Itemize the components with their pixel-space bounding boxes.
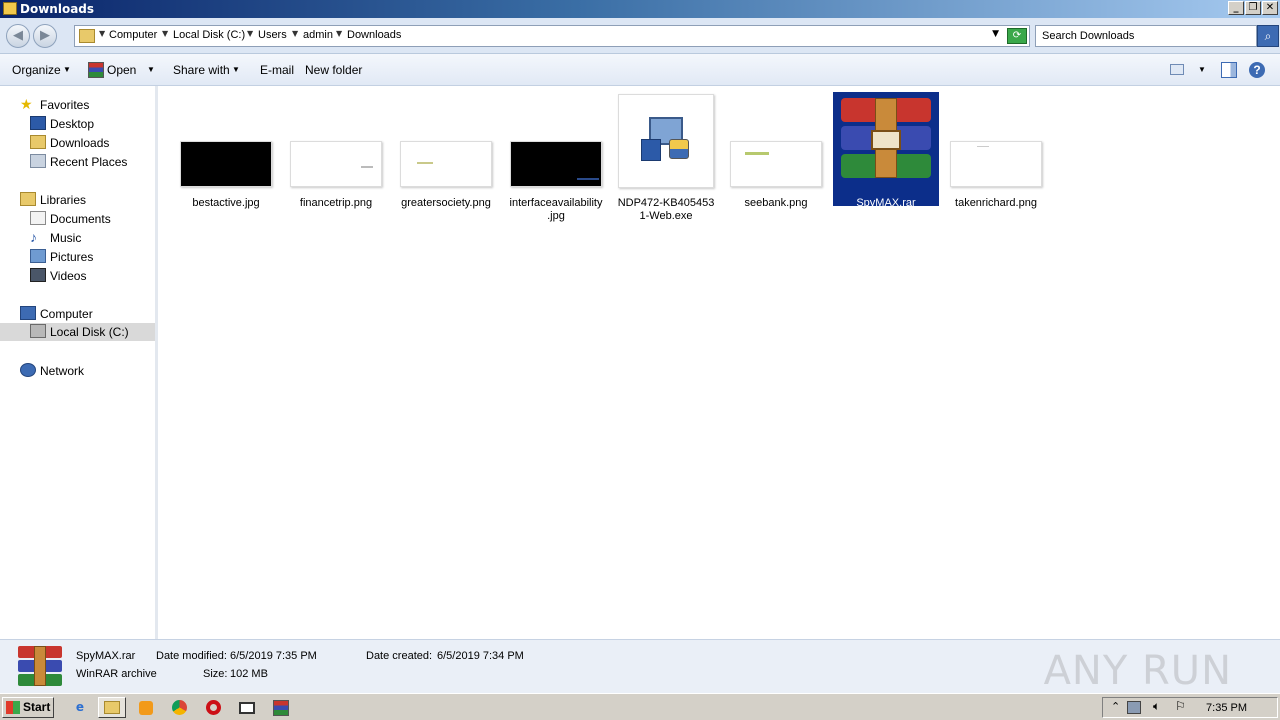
- restore-button[interactable]: ❐: [1245, 1, 1261, 15]
- details-file-name: SpyMAX.rar: [76, 650, 136, 662]
- start-button[interactable]: Start: [2, 697, 54, 718]
- winrar-icon[interactable]: [267, 697, 295, 718]
- file-item[interactable]: interfaceavailability .jpg: [503, 92, 609, 222]
- nav-local-disk[interactable]: Local Disk (C:): [0, 323, 155, 341]
- share-with-button[interactable]: Share with: [173, 63, 230, 77]
- network-status-icon[interactable]: [1127, 701, 1141, 714]
- internet-explorer-icon[interactable]: e: [66, 697, 94, 718]
- image-thumbnail: [950, 141, 1042, 187]
- system-tray: ⌃ 🔈︎ ⚐ 7:35 PM: [1102, 697, 1278, 718]
- breadcrumb-admin[interactable]: admin: [303, 29, 333, 41]
- image-thumbnail: [290, 141, 382, 187]
- breadcrumb-users[interactable]: Users: [258, 29, 287, 41]
- chevron-down-icon[interactable]: ▼: [232, 65, 240, 74]
- details-size-value: 102 MB: [230, 668, 268, 680]
- file-item-selected[interactable]: SpyMAX.rar: [833, 92, 939, 212]
- organize-button[interactable]: Organize: [12, 63, 61, 77]
- details-modified-value: 6/5/2019 7:35 PM: [230, 650, 317, 662]
- folder-icon: [79, 29, 95, 43]
- minimize-button[interactable]: _: [1228, 1, 1244, 15]
- libraries-icon: [20, 192, 36, 206]
- chevron-down-icon[interactable]: ▼: [247, 29, 253, 38]
- title-bar: Downloads _ ❐ ✕: [0, 0, 1280, 18]
- file-item[interactable]: seebank.png: [723, 92, 829, 212]
- navigation-pane: ★ Favorites Desktop Downloads Recent Pla…: [0, 86, 158, 639]
- folder-icon: [3, 2, 17, 15]
- action-center-flag-icon[interactable]: ⚐: [1175, 699, 1186, 713]
- image-thumbnail: [730, 141, 822, 187]
- details-size-label: Size:: [203, 668, 228, 680]
- email-button[interactable]: E-mail: [260, 63, 294, 77]
- chevron-down-icon[interactable]: ▼: [292, 29, 298, 38]
- computer-icon: [20, 306, 36, 320]
- new-folder-button[interactable]: New folder: [305, 63, 362, 77]
- music-icon: ♪: [30, 229, 37, 245]
- breadcrumb-local-disk[interactable]: Local Disk (C:): [173, 29, 245, 41]
- documents-icon: [30, 211, 46, 225]
- back-button[interactable]: ◀: [6, 24, 30, 48]
- clock[interactable]: 7:35 PM: [1206, 702, 1247, 714]
- file-item[interactable]: takenrichard.png: [943, 92, 1049, 212]
- details-created-value: 6/5/2019 7:34 PM: [437, 650, 524, 662]
- media-player-icon[interactable]: [132, 697, 160, 718]
- preview-pane-icon[interactable]: [1221, 62, 1237, 78]
- open-button[interactable]: Open: [107, 63, 136, 77]
- breadcrumb-computer[interactable]: Computer: [109, 29, 157, 41]
- chevron-down-icon[interactable]: ▼: [147, 65, 155, 74]
- file-item[interactable]: NDP472-KB405453 1-Web.exe: [613, 92, 719, 222]
- file-item[interactable]: financetrip.png: [283, 92, 389, 212]
- remote-desktop-icon[interactable]: [233, 697, 261, 718]
- address-history-dropdown[interactable]: ▼: [992, 29, 999, 39]
- chevron-down-icon[interactable]: ▼: [162, 29, 168, 38]
- close-button[interactable]: ✕: [1262, 1, 1278, 15]
- taskbar: Start e ⌃ 🔈︎ ⚐ 7:35 PM: [0, 693, 1280, 720]
- address-row: ◀ ▶ ▼ Computer ▼ Local Disk (C:) ▼ Users…: [0, 18, 1280, 54]
- winrar-archive-icon: [18, 646, 62, 686]
- pictures-icon: [30, 249, 46, 263]
- videos-icon: [30, 268, 46, 282]
- star-icon: ★: [20, 96, 33, 112]
- downloads-folder-icon: [30, 135, 46, 149]
- window-title: Downloads: [20, 2, 95, 16]
- refresh-icon[interactable]: ⟳: [1007, 28, 1027, 44]
- image-thumbnail: [180, 141, 272, 187]
- file-list[interactable]: bestactive.jpg financetrip.png greaterso…: [161, 86, 1280, 639]
- file-item[interactable]: greatersociety.png: [393, 92, 499, 212]
- desktop-icon: [30, 116, 46, 130]
- windows-logo-icon: [6, 701, 20, 714]
- help-icon[interactable]: ?: [1249, 62, 1265, 78]
- file-item[interactable]: bestactive.jpg: [173, 92, 279, 212]
- details-file-type: WinRAR archive: [76, 668, 157, 680]
- anyrun-watermark: ANY RUN: [1043, 648, 1232, 694]
- opera-icon[interactable]: [199, 697, 227, 718]
- change-view-icon[interactable]: [1170, 64, 1184, 75]
- command-bar: Organize ▼ Open ▼ Share with ▼ E-mail Ne…: [0, 54, 1280, 86]
- image-thumbnail: [400, 141, 492, 187]
- volume-icon[interactable]: 🔈︎: [1153, 699, 1160, 714]
- details-created-label: Date created:: [366, 650, 433, 662]
- search-input[interactable]: Search Downloads: [1035, 25, 1257, 47]
- chevron-down-icon[interactable]: ▼: [1198, 65, 1206, 74]
- chevron-down-icon[interactable]: ▼: [63, 65, 71, 74]
- installer-icon: [618, 94, 714, 188]
- details-modified-label: Date modified:: [156, 650, 227, 662]
- show-hidden-icons-icon[interactable]: ⌃: [1111, 700, 1120, 713]
- network-icon: [20, 363, 36, 377]
- winrar-archive-icon: [841, 98, 931, 178]
- image-thumbnail: [510, 141, 602, 187]
- chevron-down-icon[interactable]: ▼: [99, 29, 105, 38]
- forward-button[interactable]: ▶: [33, 24, 57, 48]
- chrome-icon[interactable]: [165, 697, 193, 718]
- address-bar[interactable]: ▼ Computer ▼ Local Disk (C:) ▼ Users ▼ a…: [74, 25, 1030, 47]
- search-icon[interactable]: ⌕: [1257, 25, 1279, 47]
- breadcrumb-downloads[interactable]: Downloads: [347, 29, 401, 41]
- chevron-down-icon[interactable]: ▼: [336, 29, 342, 38]
- details-pane: SpyMAX.rar WinRAR archive Date modified:…: [0, 639, 1280, 694]
- hard-drive-icon: [30, 324, 46, 338]
- explorer-taskbar-icon[interactable]: [98, 697, 126, 718]
- winrar-icon: [88, 62, 104, 78]
- recent-places-icon: [30, 154, 46, 168]
